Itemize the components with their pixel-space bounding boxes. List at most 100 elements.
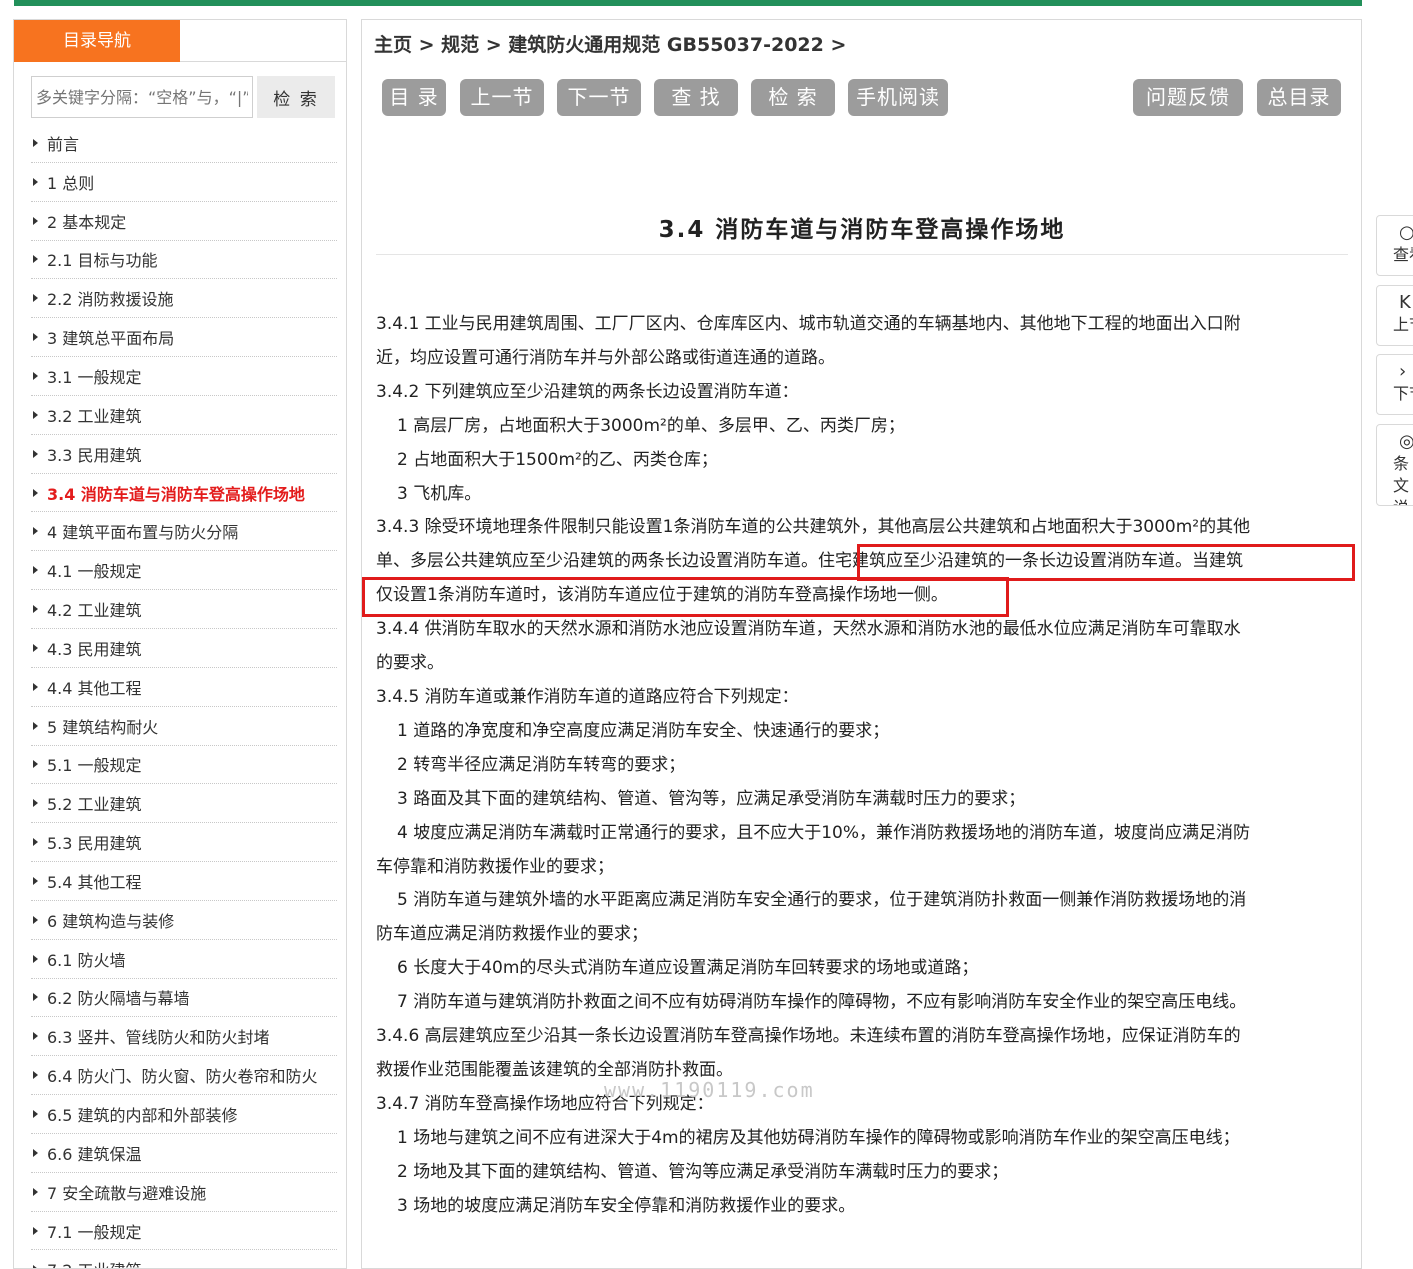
sidebar-item[interactable]: 5.4 其他工程 bbox=[31, 862, 337, 901]
sidebar-item-label: 3 建筑总平面布局 bbox=[47, 329, 175, 349]
sidebar-item[interactable]: 6.1 防火墙 bbox=[31, 940, 337, 979]
content-line: 2 场地及其下面的建筑结构、管道、管沟等应满足承受消防车满载时压力的要求； bbox=[397, 1161, 1009, 1182]
sidebar-item-label: 6.2 防火隔墙与幕墙 bbox=[47, 989, 190, 1009]
sidebar-item[interactable]: 7.2 工业建筑 bbox=[31, 1250, 337, 1268]
content-line: 7 消防车道与建筑消防扑救面之间不应有妨碍消防车操作的障碍物，不应有影响消防车安… bbox=[397, 992, 1247, 1013]
sidebar-item[interactable]: 1 总则 bbox=[31, 163, 337, 202]
sidebar-item[interactable]: 4.1 一般规定 bbox=[31, 551, 337, 591]
sidebar-item[interactable]: 2.1 目标与功能 bbox=[31, 241, 337, 280]
content-line: 3 场地的坡度应满足消防车安全停靠和消防救援作业的要求。 bbox=[397, 1195, 856, 1216]
sidebar-item-label: 3.1 一般规定 bbox=[47, 367, 142, 387]
toc-list: 前言 1 总则 2 基本规定 2.1 目标与功能 2.2 消防救援设施 3 建筑总平面布局… bbox=[31, 124, 337, 1268]
triangle-right-icon bbox=[33, 915, 38, 924]
sidebar-item-label: 前言 bbox=[47, 134, 80, 154]
section-content: 3.4.1 工业与民用建筑周围、工厂厂区内、仓库库区内、城市轨道交通的车辆基地内… bbox=[376, 308, 1348, 1223]
sidebar-item[interactable]: 6.6 建筑保温 bbox=[31, 1134, 337, 1173]
sidebar-item[interactable]: 5.1 一般规定 bbox=[31, 746, 337, 785]
triangle-right-icon bbox=[33, 138, 38, 147]
sidebar-item-label: 4.3 民用建筑 bbox=[47, 639, 142, 659]
content-line: 救援作业范围能覆盖该建筑的全部消防扑救面。 bbox=[376, 1059, 733, 1080]
sidebar-item-label: 4.4 其他工程 bbox=[47, 678, 142, 698]
sidebar-item[interactable]: 5 建筑结构耐火 bbox=[31, 707, 337, 746]
sidebar-item[interactable]: 7 安全疏散与避难设施 bbox=[31, 1173, 337, 1212]
sidebar-item[interactable]: 3.4 消防车道与消防车登高操作场地 bbox=[31, 474, 337, 513]
sidebar-item[interactable]: 4.2 工业建筑 bbox=[31, 590, 337, 629]
sidebar-item[interactable]: 6.5 建筑的内部和外部装修 bbox=[31, 1095, 337, 1134]
eye-icon: ◎ bbox=[1377, 431, 1413, 453]
sidebar-item-label: 2.1 目标与功能 bbox=[47, 251, 158, 271]
tab-catalog-nav[interactable]: 目录导航 bbox=[14, 20, 180, 62]
prev-section-button[interactable]: 上一节 bbox=[460, 79, 544, 116]
triangle-right-icon bbox=[33, 371, 38, 380]
sidebar-item[interactable]: 3.2 工业建筑 bbox=[31, 396, 337, 435]
sidebar-item[interactable]: 4.4 其他工程 bbox=[31, 668, 337, 707]
sidebar-item[interactable]: 3 建筑总平面布局 bbox=[31, 318, 337, 358]
sidebar-item-label: 4.2 工业建筑 bbox=[47, 601, 142, 621]
content-line: 5 消防车道与建筑外墙的水平距离应满足消防车安全通行的要求，位于建筑消防扑救面一… bbox=[397, 890, 1247, 911]
heading-divider bbox=[376, 254, 1348, 255]
sidebar-item-label: 6.3 竖井、管线防火和防火封堵 bbox=[47, 1028, 270, 1048]
side-tool-next[interactable]: › 下节 bbox=[1376, 354, 1413, 415]
all-catalog-button[interactable]: 总目录 bbox=[1257, 79, 1341, 116]
next-section-button[interactable]: 下一节 bbox=[557, 79, 641, 116]
side-tool-prev[interactable]: K 上节 bbox=[1376, 285, 1413, 346]
content-line: 的要求。 bbox=[376, 653, 444, 674]
sidebar-item[interactable]: 前言 bbox=[31, 124, 337, 163]
triangle-right-icon bbox=[33, 1071, 38, 1080]
content-line: 1 高层厂房，占地面积大于3000m²的单、多层甲、乙、丙类厂房； bbox=[397, 415, 905, 436]
sidebar-item[interactable]: 2 基本规定 bbox=[31, 202, 337, 241]
sidebar-item-label: 5 建筑结构耐火 bbox=[47, 717, 159, 737]
triangle-right-icon bbox=[33, 876, 38, 885]
sidebar-item-label: 6.4 防火门、防火窗、防火卷帘和防火 bbox=[47, 1067, 318, 1087]
breadcrumb[interactable]: 主页 > 规范 > 建筑防火通用规范 GB55037-2022 > bbox=[374, 30, 846, 57]
search-button[interactable]: 检 索 bbox=[257, 76, 335, 118]
triangle-right-icon bbox=[33, 838, 38, 847]
sidebar-item-label: 3.4 消防车道与消防车登高操作场地 bbox=[47, 484, 305, 504]
triangle-right-icon bbox=[33, 566, 38, 575]
side-tool-view[interactable]: ○ 查看 bbox=[1376, 215, 1413, 276]
sidebar-item[interactable]: 6.4 防火门、防火窗、防火卷帘和防火 bbox=[31, 1056, 337, 1096]
sidebar-item[interactable]: 3.3 民用建筑 bbox=[31, 435, 337, 474]
content-line: 6 长度大于40m的尽头式消防车道应设置满足消防车回转要求的场地或道路； bbox=[397, 958, 979, 979]
sidebar-item-label: 2.2 消防救援设施 bbox=[47, 290, 174, 310]
side-tool-label: 查看 bbox=[1393, 245, 1413, 264]
sidebar-item-label: 1 总则 bbox=[47, 173, 95, 193]
find-button[interactable]: 查 找 bbox=[654, 79, 738, 116]
sidebar-item[interactable]: 5.2 工业建筑 bbox=[31, 784, 337, 824]
sidebar-item[interactable]: 4 建筑平面布置与防火分隔 bbox=[31, 512, 337, 552]
triangle-right-icon bbox=[33, 410, 38, 419]
sidebar-item[interactable]: 2.2 消防救援设施 bbox=[31, 279, 337, 319]
sidebar-item[interactable]: 6 建筑构造与装修 bbox=[31, 901, 337, 940]
chevron-right-icon: › bbox=[1399, 361, 1407, 382]
sidebar-item-label: 4.1 一般规定 bbox=[47, 562, 142, 582]
sidebar-item[interactable]: 5.3 民用建筑 bbox=[31, 823, 337, 863]
triangle-right-icon bbox=[33, 799, 38, 808]
content-line: 3.4.2 下列建筑应至少沿建筑的两条长边设置消防车道： bbox=[376, 381, 799, 402]
sidebar-item[interactable]: 6.3 竖井、管线防火和防火封堵 bbox=[31, 1017, 337, 1057]
sidebar-item-label: 7.1 一般规定 bbox=[47, 1222, 142, 1242]
triangle-right-icon bbox=[33, 177, 38, 186]
sidebar-item-label: 3.2 工业建筑 bbox=[47, 406, 142, 426]
sidebar-item-label: 5.3 民用建筑 bbox=[47, 834, 142, 854]
top-accent-bar bbox=[14, 0, 1362, 6]
search-input[interactable] bbox=[31, 76, 253, 118]
triangle-right-icon bbox=[33, 333, 38, 342]
sidebar-item-label: 2 基本规定 bbox=[47, 212, 127, 232]
content-line: 3 飞机库。 bbox=[397, 483, 482, 504]
search-section-button[interactable]: 检 索 bbox=[751, 79, 835, 116]
content-line: 3.4.5 消防车道或兼作消防车道的道路应符合下列规定： bbox=[376, 686, 799, 707]
triangle-right-icon bbox=[33, 449, 38, 458]
triangle-right-icon bbox=[33, 1265, 38, 1268]
watermark: www.1190119.com bbox=[604, 1078, 815, 1102]
triangle-right-icon bbox=[33, 721, 38, 730]
triangle-right-icon bbox=[33, 255, 38, 264]
content-line: 防车道应满足消防救援作业的要求； bbox=[376, 924, 648, 945]
feedback-button[interactable]: 问题反馈 bbox=[1133, 79, 1243, 116]
toc-button[interactable]: 目 录 bbox=[382, 79, 446, 116]
sidebar-item[interactable]: 4.3 民用建筑 bbox=[31, 629, 337, 668]
sidebar-item[interactable]: 7.1 一般规定 bbox=[31, 1212, 337, 1251]
sidebar-item[interactable]: 6.2 防火隔墙与幕墙 bbox=[31, 979, 337, 1018]
mobile-read-button[interactable]: 手机阅读 bbox=[848, 79, 948, 116]
sidebar-item[interactable]: 3.1 一般规定 bbox=[31, 357, 337, 396]
side-tool-notes[interactable]: ◎ 条文说明 bbox=[1376, 424, 1413, 506]
